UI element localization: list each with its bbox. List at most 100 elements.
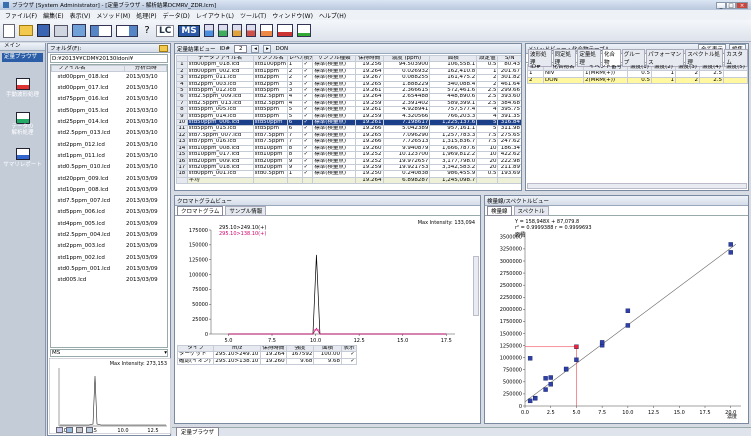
calib-point[interactable]	[527, 356, 533, 361]
prev-button[interactable]: ◂	[251, 44, 260, 53]
quant-col[interactable]: レベル	[286, 54, 303, 63]
flask3-icon[interactable]	[231, 24, 242, 37]
calib-point[interactable]	[543, 376, 548, 381]
compound-col[interactable]: 濃度(4)	[699, 63, 724, 72]
nav-item-summary[interactable]: サマリレポート	[0, 148, 45, 168]
compound-col[interactable]: イベント番号	[583, 63, 628, 72]
minimize-icon[interactable]: _	[716, 1, 726, 9]
calib-point[interactable]	[527, 398, 533, 404]
ms-button[interactable]: MS	[178, 24, 200, 37]
file-row[interactable]: std2ppm_003.lcd 2013/03/09	[52, 241, 167, 252]
file-row[interactable]: std00ppm_018.lcd 2013/03/10	[52, 72, 167, 83]
ion-row[interactable]: 確認(イオン) 295.10>138.10 19.260 9.68 9.68 ✓	[176, 357, 357, 366]
close-icon[interactable]: ×	[736, 1, 748, 9]
ion-col[interactable]: 表示	[341, 344, 357, 353]
nav-item-analysis[interactable]: データの 解析処理	[0, 112, 45, 136]
file-row[interactable]: std2ppm_012.lcd 2013/03/10	[52, 140, 167, 151]
nav-item-manual[interactable]: 手動波形処理	[0, 78, 45, 98]
calib-point[interactable]	[728, 250, 733, 255]
filter-select[interactable]: MS ▾	[50, 349, 168, 357]
menu-item-9[interactable]: ヘルプ(H)	[316, 11, 349, 20]
folder-path[interactable]: D:¥2013¥¥CDM¥20130ldoni¥	[50, 54, 168, 63]
calib-point[interactable]	[574, 357, 579, 362]
file-row[interactable]: std50ppm_015.lcd 2013/03/10	[52, 106, 167, 117]
calib-point[interactable]	[548, 382, 553, 387]
layout-icon[interactable]	[90, 24, 112, 37]
menu-item-1[interactable]: 編集(E)	[40, 11, 66, 20]
quant-row[interactable]: 平均 19.264 6.898287 1,245,098.7	[176, 176, 521, 185]
file-row[interactable]: std75ppm_016.lcd 2013/03/10	[52, 95, 167, 106]
tab-chromatogram[interactable]: クロマトグラム	[177, 205, 224, 216]
file-row[interactable]: std7.5ppm_007.lcd 2013/03/09	[52, 196, 167, 207]
nav-tab-quant[interactable]: 定量ブラウザ	[2, 53, 43, 62]
calib-point[interactable]	[543, 387, 548, 392]
compound-row[interactable]: 2 DON 2(MRM(+)) 0.5 1 2 2.5	[527, 76, 748, 85]
peak-icon[interactable]	[296, 24, 311, 37]
menu-item-3[interactable]: メソッド(M)	[93, 11, 133, 20]
file-row[interactable]: std0.5ppm_001.lcd 2013/03/09	[52, 264, 167, 275]
save-icon[interactable]	[37, 24, 50, 37]
compound-col[interactable]: 濃度(1)	[627, 63, 652, 72]
calib-point[interactable]	[563, 366, 569, 372]
calib-icon[interactable]	[276, 24, 293, 37]
bottom-tab-quant[interactable]: 定量ブラウザ	[176, 427, 220, 436]
compound-col[interactable]: 濃度(2)	[651, 63, 676, 72]
flask2-icon[interactable]	[217, 24, 228, 37]
folder-tab-icon-3[interactable]	[76, 427, 83, 433]
menu-item-7[interactable]: ツール(T)	[237, 11, 269, 20]
menu-item-6[interactable]: レイアウト(L)	[193, 11, 237, 20]
calibration-plot[interactable]: Y = 158,948X + 87,079.8 r² = 0.9999388 r…	[485, 216, 748, 422]
file-row[interactable]: std1ppm_002.lcd 2013/03/09	[52, 253, 167, 264]
file-row[interactable]: std4ppm_005.lcd 2013/03/09	[52, 219, 167, 230]
file-row[interactable]: std5ppm_006.lcd 2013/03/09	[52, 207, 167, 218]
chromatogram-plot[interactable]: Max Intensity: 133,094 295.10>249.10(+) …	[175, 216, 480, 344]
id-value[interactable]: 2	[233, 44, 248, 53]
calib-point[interactable]	[574, 344, 579, 349]
layout2-icon[interactable]	[116, 24, 138, 37]
help-icon[interactable]: ?	[142, 25, 152, 36]
file-row[interactable]: std10ppm_008.lcd 2013/03/09	[52, 185, 167, 196]
calib-point[interactable]	[548, 375, 553, 380]
calib-point[interactable]	[599, 340, 605, 345]
menu-item-8[interactable]: ウィンドウ(W)	[269, 11, 316, 20]
file-row[interactable]: std1ppm_011.lcd 2013/03/10	[52, 151, 167, 162]
file-row[interactable]: std2.5ppm_004.lcd 2013/03/09	[52, 230, 167, 241]
folder-browse-icon[interactable]	[159, 44, 168, 52]
lc-button[interactable]: LC	[156, 24, 175, 37]
ion-row[interactable]: ターゲット 295.10>249.10 19.264 167592 100.00 ✓	[176, 351, 357, 359]
quant-col[interactable]: 設定値	[476, 54, 499, 63]
compound-hscrollbar[interactable]	[527, 183, 747, 189]
compound-col[interactable]: 濃度(3)	[675, 63, 700, 72]
maximize-icon[interactable]: □	[726, 1, 736, 9]
tab-spectrum[interactable]: スペクトル	[513, 205, 549, 216]
new-icon[interactable]	[3, 23, 15, 38]
quant-col[interactable]: 積分	[301, 54, 314, 63]
file-row[interactable]: std005.lcd 2013/03/09	[52, 275, 167, 286]
report-icon[interactable]	[72, 24, 86, 37]
next-button[interactable]: ▸	[263, 44, 272, 53]
quant-col[interactable]: サンプル名	[252, 54, 288, 63]
file-row[interactable]: std0.5ppm_010.lcd 2013/03/10	[52, 162, 167, 173]
compound-col[interactable]: 濃度(5)	[723, 63, 748, 72]
quant-col[interactable]: サンプル種類	[312, 54, 356, 63]
tab-sample-info[interactable]: サンプル情報	[225, 205, 267, 216]
menu-item-5[interactable]: データ(D)	[160, 11, 193, 20]
file-row[interactable]: std00ppm_017.lcd 2013/03/10	[52, 83, 167, 94]
calib-point[interactable]	[625, 308, 631, 313]
tab-calibration[interactable]: 検量線	[487, 205, 512, 216]
calib-point[interactable]	[625, 323, 631, 328]
export-icon[interactable]	[259, 24, 273, 37]
chrom-vscroll[interactable]	[473, 256, 479, 316]
file-row[interactable]: std25ppm_014.lcd 2013/03/10	[52, 117, 167, 128]
menu-item-0[interactable]: ファイル(F)	[2, 11, 40, 20]
menu-item-2[interactable]: 表示(V)	[67, 11, 94, 20]
folder-tab-icon-1[interactable]	[56, 427, 63, 433]
folder-tab-icon-4[interactable]	[86, 427, 93, 433]
print-icon[interactable]	[54, 24, 68, 37]
calib-point[interactable]	[533, 395, 538, 401]
calib-point[interactable]	[728, 242, 733, 247]
flask-icon[interactable]	[203, 24, 214, 37]
ion-col[interactable]: 保持時間	[260, 344, 287, 353]
file-row[interactable]: std2.5ppm_013.lcd 2013/03/10	[52, 128, 167, 139]
file-row[interactable]: std20ppm_009.lcd 2013/03/09	[52, 174, 167, 185]
